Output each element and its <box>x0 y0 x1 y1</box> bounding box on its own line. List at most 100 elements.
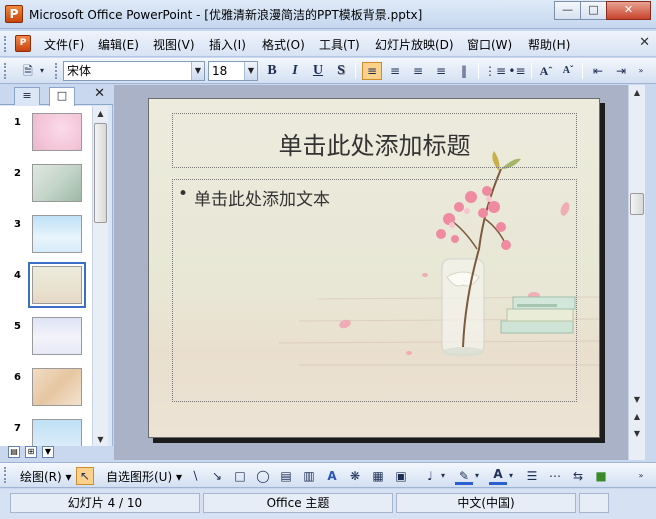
scrollbar-thumb[interactable] <box>94 123 107 223</box>
menu-grip[interactable] <box>4 36 8 52</box>
numbering-icon[interactable]: ⋮≡ <box>484 62 506 80</box>
shadow-button[interactable]: S <box>331 62 351 80</box>
dash-style-icon[interactable]: ⋯ <box>546 467 564 485</box>
line-color-icon[interactable]: ✎ <box>455 467 473 485</box>
current-slide[interactable]: 单击此处添加标题 • 单击此处添加文本 <box>148 98 600 438</box>
chevron-down-icon[interactable]: ▼ <box>191 62 204 80</box>
autoshapes-button[interactable]: 自选图形(U) ▾ <box>106 468 182 485</box>
slide-thumbnail[interactable]: 3 <box>0 215 92 259</box>
thumbnail-scrollbar[interactable]: ▲ ▼ <box>92 106 108 448</box>
align-right-icon[interactable]: ≡ <box>408 62 428 80</box>
slides-tab-icon[interactable]: □ <box>49 87 75 106</box>
arrow-icon[interactable]: ↘ <box>208 467 226 485</box>
powerpoint-app-icon[interactable]: P <box>5 5 23 23</box>
chevron-down-icon[interactable]: ▾ <box>438 467 448 485</box>
document-icon[interactable]: P <box>15 35 31 52</box>
italic-button[interactable]: I <box>285 62 305 80</box>
textbox-icon[interactable]: ▤ <box>277 467 295 485</box>
clipart-icon[interactable]: ▦ <box>369 467 387 485</box>
toolbar-overflow-icon[interactable]: » <box>634 62 648 80</box>
menu-edit[interactable]: 编辑(E) <box>98 36 139 53</box>
toolbar-overflow-icon[interactable]: » <box>634 467 648 485</box>
decrease-indent-icon[interactable]: ⇤ <box>588 62 608 80</box>
toolbar-grip-2[interactable] <box>55 63 59 79</box>
normal-view-icon[interactable]: ▤ <box>8 446 20 458</box>
menu-slideshow[interactable]: 幻灯片放映(D) <box>375 36 454 53</box>
body-placeholder-text[interactable]: 单击此处添加文本 <box>194 185 330 210</box>
next-slide-icon[interactable]: ▼ <box>629 426 645 441</box>
menu-help[interactable]: 帮助(H) <box>528 36 570 53</box>
close-button[interactable]: ✕ <box>606 1 651 20</box>
font-name-value: 宋体 <box>67 64 92 78</box>
slide-thumbnail[interactable]: 2 <box>0 164 92 208</box>
slide-sorter-view-icon[interactable]: ⊞ <box>25 446 37 458</box>
chevron-down-icon[interactable]: ▼ <box>244 62 257 80</box>
wordart-icon[interactable]: A <box>323 467 341 485</box>
document-close-icon[interactable]: ✕ <box>639 35 650 50</box>
vertical-text-icon[interactable]: ‖ <box>454 62 474 80</box>
scroll-down-icon[interactable]: ▼ <box>629 392 645 407</box>
body-placeholder[interactable]: • 单击此处添加文本 <box>172 179 577 402</box>
picture-icon[interactable]: ▣ <box>392 467 410 485</box>
select-pointer-icon[interactable]: ↖ <box>76 467 94 485</box>
toolbar-separator <box>355 63 356 79</box>
distribute-icon[interactable]: ≡ <box>431 62 451 80</box>
menu-file[interactable]: 文件(F) <box>44 36 84 53</box>
resize-edge[interactable] <box>645 85 656 460</box>
maximize-button[interactable]: □ <box>580 1 607 20</box>
fill-color-icon[interactable]: ♩ <box>421 467 439 485</box>
underline-button[interactable]: U <box>308 62 328 80</box>
shadow-style-icon[interactable]: ■ <box>592 467 610 485</box>
font-color-icon[interactable]: A <box>489 467 507 485</box>
slide-thumbnail-image <box>32 215 82 253</box>
minimize-button[interactable]: — <box>554 1 581 20</box>
oval-icon[interactable]: ◯ <box>254 467 272 485</box>
chevron-down-icon[interactable]: ▾ <box>506 467 516 485</box>
decrease-font-icon[interactable]: Aˇ <box>558 62 578 80</box>
scroll-up-icon[interactable]: ▲ <box>93 106 108 121</box>
vertical-textbox-icon[interactable]: ▥ <box>300 467 318 485</box>
toolbar-grip[interactable] <box>4 63 8 79</box>
slide-thumbnail[interactable]: 5 <box>0 317 92 361</box>
font-size-select[interactable]: 18 ▼ <box>208 61 258 81</box>
menu-view[interactable]: 视图(V) <box>153 36 195 53</box>
drawbar-grip[interactable] <box>4 467 8 483</box>
title-placeholder-text[interactable]: 单击此处添加标题 <box>173 126 576 161</box>
menu-tools[interactable]: 工具(T) <box>319 36 360 53</box>
menu-window[interactable]: 窗口(W) <box>467 36 512 53</box>
slide-thumbnail[interactable]: 1 <box>0 113 92 157</box>
slideshow-view-icon[interactable]: ▼ <box>42 446 54 458</box>
menu-format[interactable]: 格式(O) <box>262 36 305 53</box>
slide-thumbnail[interactable]: 7 <box>0 419 92 448</box>
align-center-icon[interactable]: ≡ <box>385 62 405 80</box>
rectangle-icon[interactable]: □ <box>231 467 249 485</box>
slide-thumbnail[interactable]: 6 <box>0 368 92 412</box>
arrow-style-icon[interactable]: ⇆ <box>569 467 587 485</box>
toolbar-separator <box>582 63 583 79</box>
scroll-up-icon[interactable]: ▲ <box>629 85 645 100</box>
outline-tab-icon[interactable]: ≡ <box>14 87 40 105</box>
slide-thumbnail-selected[interactable]: 4 <box>0 262 92 310</box>
slide-editor: 单击此处添加标题 • 单击此处添加文本 <box>114 85 628 460</box>
line-style-icon[interactable]: ☰ <box>523 467 541 485</box>
diagram-icon[interactable]: ❋ <box>346 467 364 485</box>
line-icon[interactable]: ∖ <box>186 467 204 485</box>
scrollbar-thumb[interactable] <box>630 193 644 215</box>
slide-number: 5 <box>14 321 21 332</box>
previous-slide-icon[interactable]: ▲ <box>629 409 645 424</box>
bullets-icon[interactable]: •≡ <box>507 62 527 80</box>
bold-button[interactable]: B <box>262 62 282 80</box>
menu-insert[interactable]: 插入(I) <box>209 36 246 53</box>
font-name-select[interactable]: 宋体 ▼ <box>63 61 205 81</box>
increase-font-icon[interactable]: Aˆ <box>536 62 556 80</box>
scroll-down-icon[interactable]: ▼ <box>93 432 108 447</box>
title-placeholder[interactable]: 单击此处添加标题 <box>172 113 577 168</box>
draw-menu-button[interactable]: 绘图(R) ▾ <box>20 468 72 485</box>
increase-indent-icon[interactable]: ⇥ <box>611 62 631 80</box>
align-left-icon[interactable]: ≡ <box>362 62 382 80</box>
new-document-icon[interactable]: 🗎 <box>18 62 38 80</box>
panel-close-icon[interactable]: ✕ <box>94 86 105 101</box>
chevron-down-icon[interactable]: ▾ <box>472 467 482 485</box>
toolbar-options-icon[interactable]: ▾ <box>36 62 48 80</box>
slide-scrollbar[interactable]: ▲ ▼ ▲ ▼ <box>628 85 645 460</box>
